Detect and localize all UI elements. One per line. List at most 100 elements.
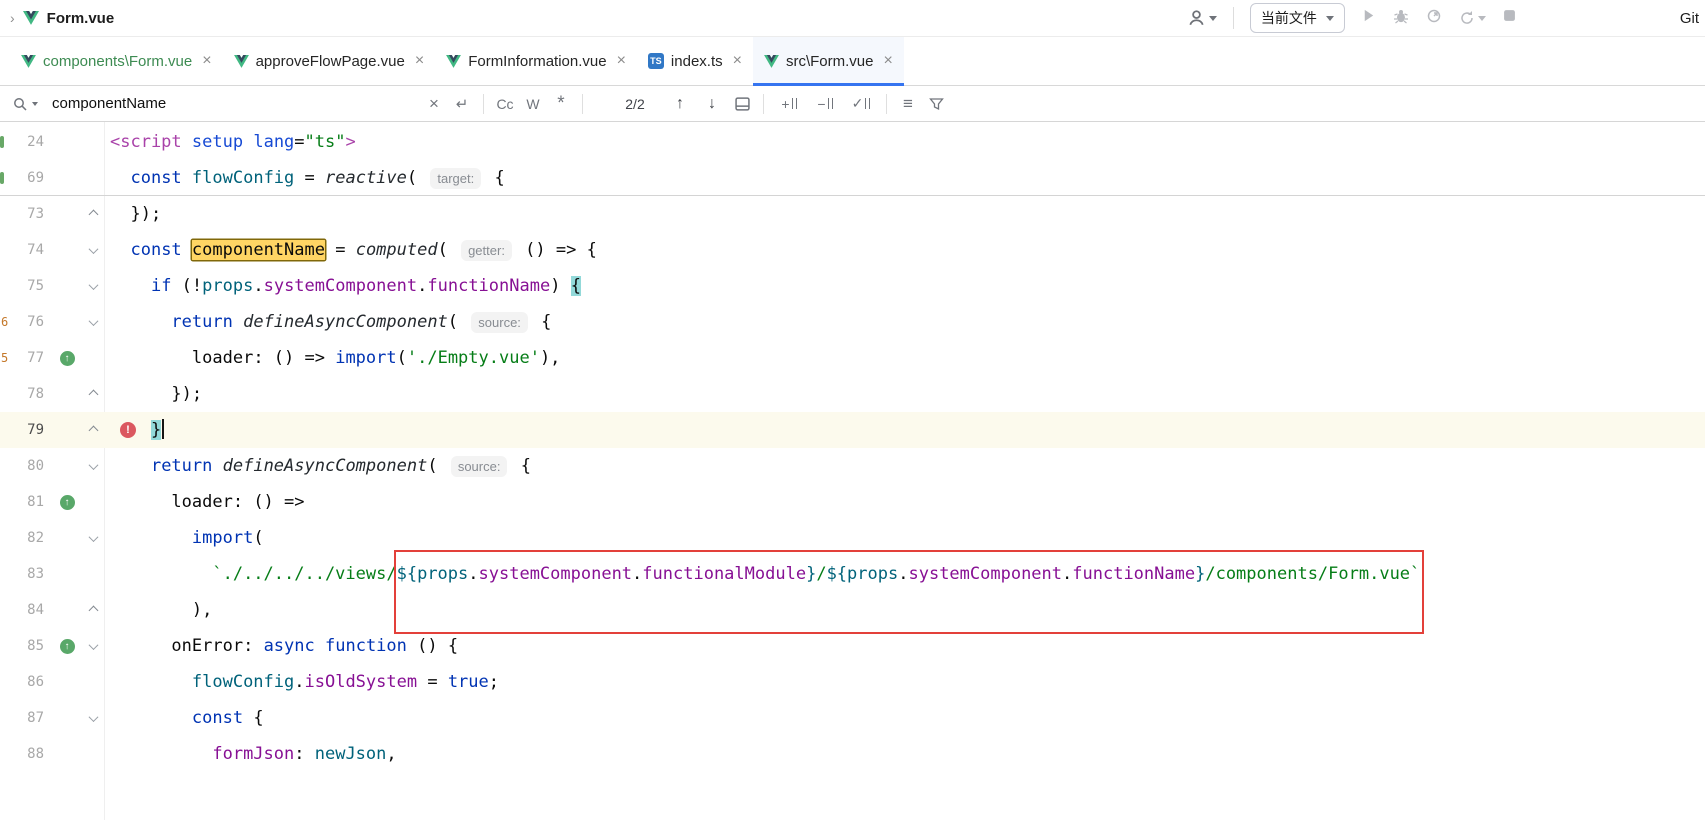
- code-token[interactable]: (: [427, 456, 447, 476]
- line-number[interactable]: 82: [0, 520, 52, 556]
- code-token[interactable]: });: [110, 204, 161, 224]
- code-token[interactable]: target:: [430, 168, 481, 189]
- code-row[interactable]: 24<script setup lang="ts">: [0, 124, 1705, 160]
- fold-down-icon[interactable]: [88, 460, 98, 470]
- code-token[interactable]: [182, 240, 192, 260]
- code-token[interactable]: .: [632, 564, 642, 584]
- code-token[interactable]: loader: [171, 492, 232, 512]
- code-token[interactable]: .: [468, 564, 478, 584]
- code-token[interactable]: [110, 168, 130, 188]
- code-token[interactable]: const: [130, 240, 181, 260]
- code-token[interactable]: source:: [451, 456, 508, 477]
- code-token[interactable]: =: [294, 168, 325, 188]
- close-tab-icon[interactable]: ×: [415, 52, 424, 70]
- code-token[interactable]: :: [243, 636, 263, 656]
- code-token[interactable]: [233, 312, 243, 332]
- regex-toggle[interactable]: *: [547, 93, 575, 115]
- code-token[interactable]: if: [151, 276, 171, 296]
- fold-down-icon[interactable]: [88, 244, 98, 254]
- code-token[interactable]: [110, 348, 192, 368]
- code-token[interactable]: [212, 456, 222, 476]
- fold-down-icon[interactable]: [88, 640, 98, 650]
- code-token[interactable]: import: [335, 348, 396, 368]
- git-menu[interactable]: Git: [1680, 10, 1699, 27]
- code-token[interactable]: }: [1195, 564, 1205, 584]
- match-case-toggle[interactable]: Cc: [491, 96, 519, 112]
- code-row[interactable]: 75 if (!props.systemComponent.functionNa…: [0, 268, 1705, 304]
- code-token[interactable]: [110, 564, 212, 584]
- code-token[interactable]: componentName: [192, 240, 325, 260]
- code-token[interactable]: () {: [407, 636, 458, 656]
- code-token[interactable]: source:: [471, 312, 528, 333]
- line-number[interactable]: 75: [0, 268, 52, 304]
- profiler-button[interactable]: [1426, 8, 1442, 29]
- code-token[interactable]: [110, 672, 192, 692]
- code-token[interactable]: =: [325, 240, 356, 260]
- code-token[interactable]: .: [417, 276, 427, 296]
- code-token[interactable]: () => {: [515, 240, 597, 260]
- implements-gutter-icon[interactable]: ↑: [60, 351, 75, 366]
- code-row[interactable]: 676 return defineAsyncComponent( source:…: [0, 304, 1705, 340]
- code-token[interactable]: (!: [171, 276, 202, 296]
- new-line-icon[interactable]: ↵: [448, 95, 476, 113]
- code-row[interactable]: 82 import(: [0, 520, 1705, 556]
- code-token[interactable]: (: [397, 348, 407, 368]
- code-row[interactable]: 85↑ onError: async function () {: [0, 628, 1705, 664]
- code-token[interactable]: ,: [386, 744, 396, 764]
- code-token[interactable]: import: [192, 528, 253, 548]
- code-token[interactable]: onError: [171, 636, 243, 656]
- line-number[interactable]: 83: [0, 556, 52, 592]
- filter-funnel-icon[interactable]: [922, 97, 950, 111]
- whole-words-toggle[interactable]: W: [519, 96, 547, 112]
- code-row[interactable]: 78 });: [0, 376, 1705, 412]
- code-token[interactable]: [110, 456, 151, 476]
- code-row[interactable]: 87 const {: [0, 700, 1705, 736]
- code-token[interactable]: (: [253, 528, 263, 548]
- remove-occurrence-button[interactable]: −: [807, 96, 843, 112]
- code-token[interactable]: {: [531, 312, 551, 332]
- code-token[interactable]: isOldSystem: [305, 672, 418, 692]
- code-row[interactable]: 86 flowConfig.isOldSystem = true;: [0, 664, 1705, 700]
- code-token[interactable]: ${: [397, 564, 417, 584]
- code-token[interactable]: defineAsyncComponent: [243, 312, 448, 332]
- close-tab-icon[interactable]: ×: [202, 52, 211, 70]
- close-tab-icon[interactable]: ×: [733, 52, 742, 70]
- code-token[interactable]: }: [151, 420, 161, 440]
- line-number[interactable]: 73: [0, 196, 52, 232]
- editor-tab[interactable]: TSindex.ts×: [637, 37, 753, 85]
- code-token[interactable]: const: [130, 168, 181, 188]
- code-row[interactable]: 88 formJson: newJson,: [0, 736, 1705, 772]
- code-token[interactable]: /components/Form.vue`: [1205, 564, 1420, 584]
- fold-down-icon[interactable]: [88, 316, 98, 326]
- code-with-me-button[interactable]: [1187, 9, 1217, 27]
- code-token[interactable]: function: [325, 636, 407, 656]
- code-row[interactable]: 80 return defineAsyncComponent( source: …: [0, 448, 1705, 484]
- code-token[interactable]: [110, 276, 151, 296]
- code-token[interactable]: [243, 132, 253, 152]
- code-token[interactable]: (: [407, 168, 427, 188]
- code-token[interactable]: return: [151, 456, 212, 476]
- fold-up-icon[interactable]: [88, 605, 98, 615]
- line-number[interactable]: 80: [0, 448, 52, 484]
- code-token[interactable]: [110, 600, 192, 620]
- code-row[interactable]: 81↑ loader: () =>: [0, 484, 1705, 520]
- search-input[interactable]: componentName: [52, 95, 420, 112]
- code-token[interactable]: [110, 708, 192, 728]
- code-token[interactable]: ;: [489, 672, 499, 692]
- code-token[interactable]: systemComponent: [908, 564, 1062, 584]
- code-token[interactable]: ),: [540, 348, 560, 368]
- code-token[interactable]: {: [510, 456, 530, 476]
- fold-down-icon[interactable]: [88, 280, 98, 290]
- fold-down-icon[interactable]: [88, 712, 98, 722]
- line-number[interactable]: 74: [0, 232, 52, 268]
- open-in-find-window-icon[interactable]: [728, 97, 756, 111]
- run-configuration-select[interactable]: 当前文件: [1250, 3, 1345, 33]
- code-token[interactable]: {: [571, 276, 581, 296]
- code-token[interactable]: : () =>: [253, 348, 335, 368]
- line-number[interactable]: 81: [0, 484, 52, 520]
- code-row[interactable]: 577↑ loader: () => import('./Empty.vue')…: [0, 340, 1705, 376]
- line-number[interactable]: 84: [0, 592, 52, 628]
- code-token[interactable]: });: [110, 384, 202, 404]
- fold-up-icon[interactable]: [88, 389, 98, 399]
- editor-tab[interactable]: src\Form.vue×: [753, 37, 904, 85]
